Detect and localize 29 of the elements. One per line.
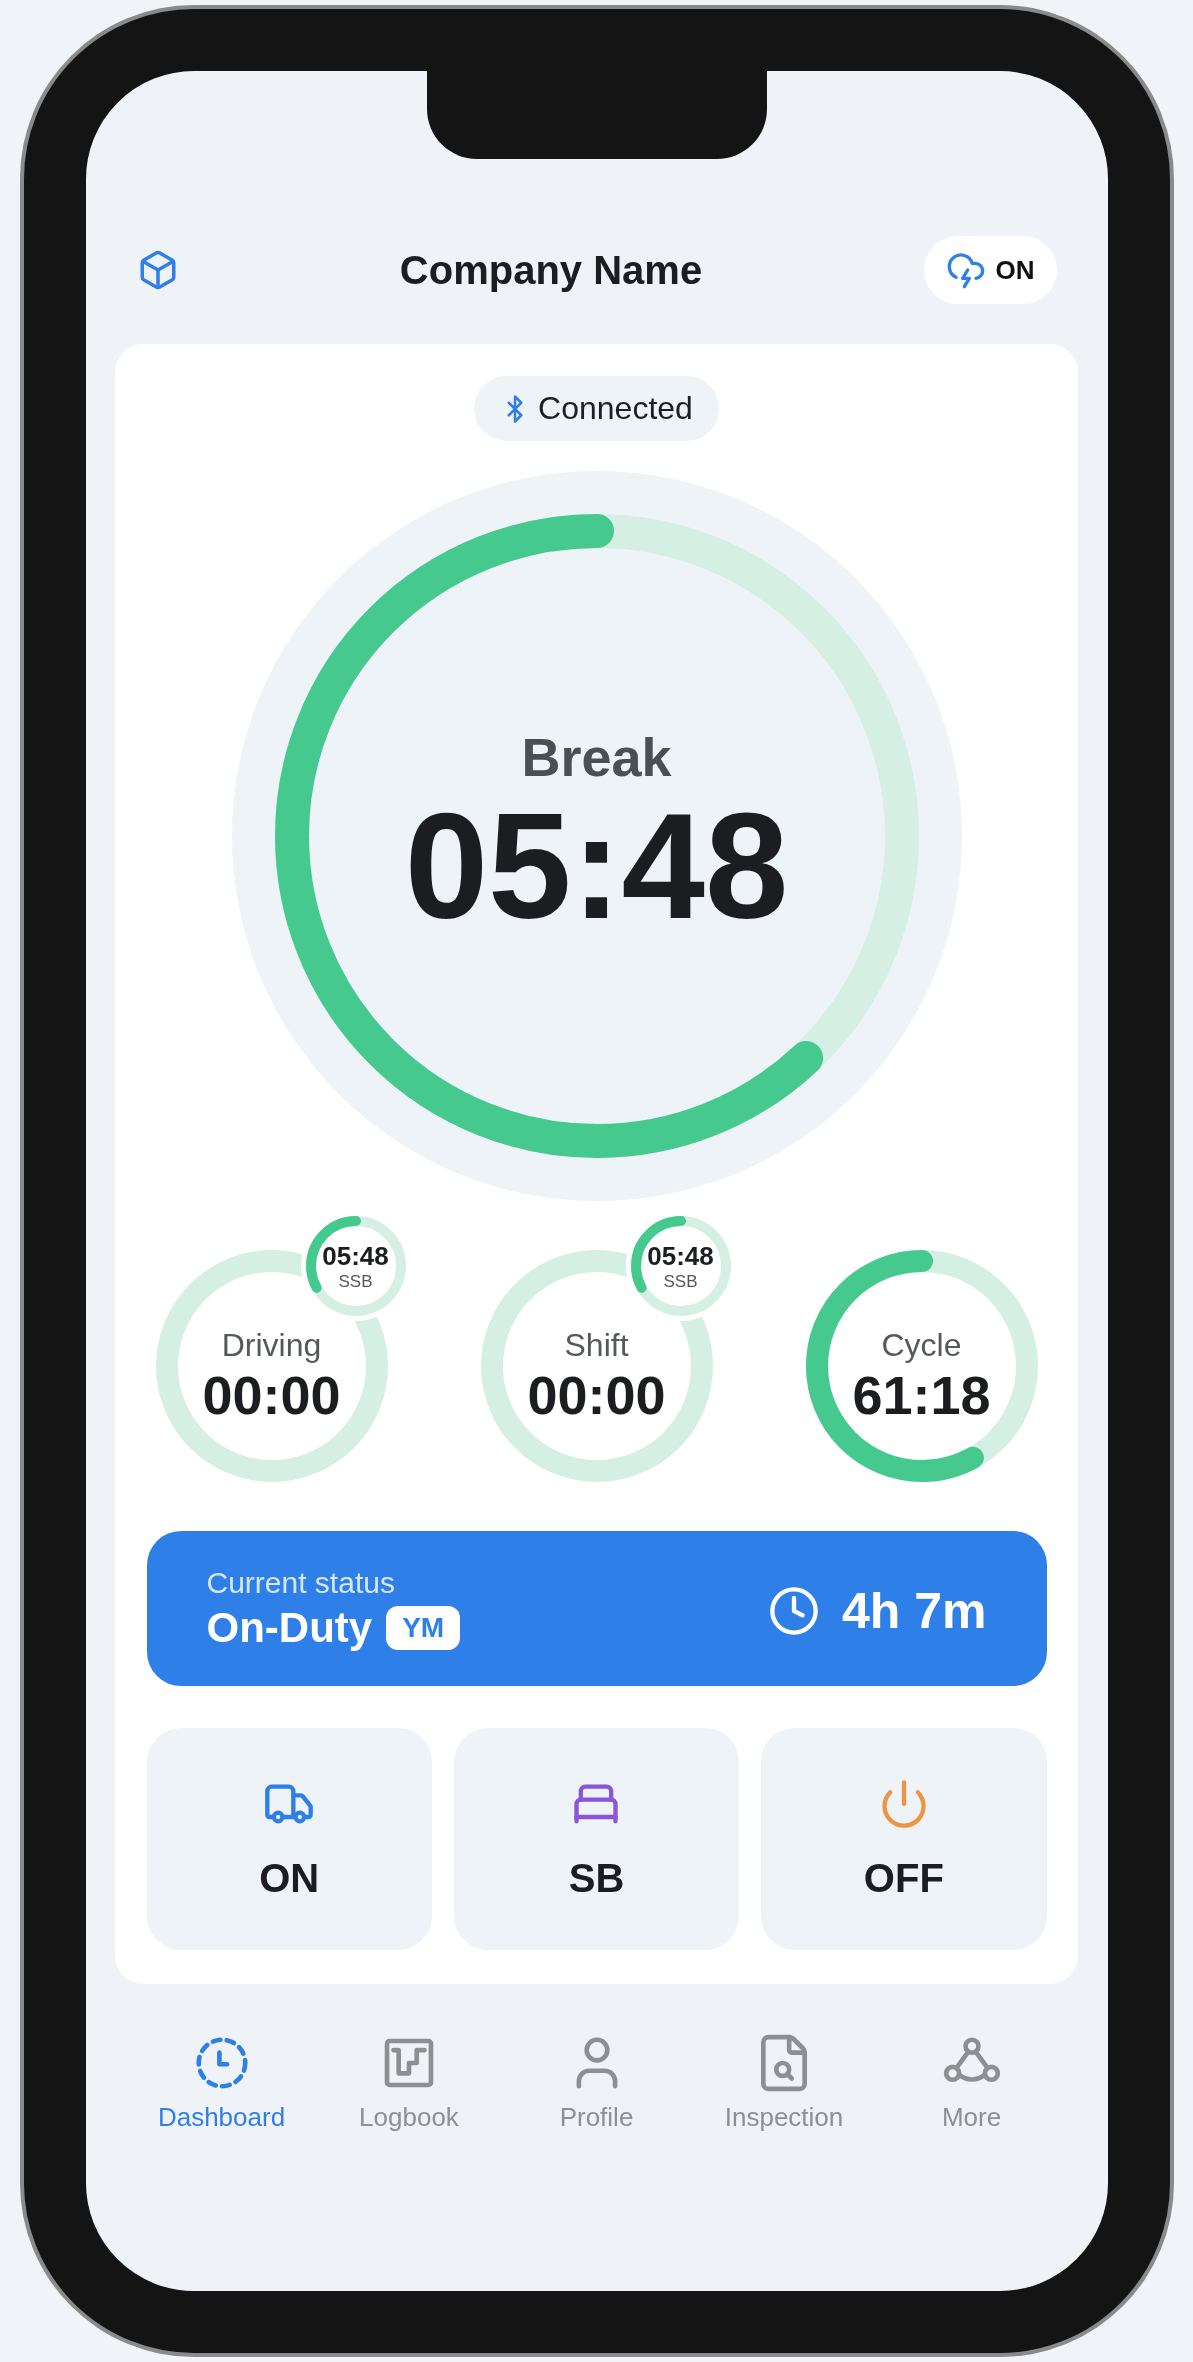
status-caption: Current status — [206, 1565, 396, 1600]
badge-value: 05:48 — [322, 1240, 389, 1272]
nav-tab[interactable]: Inspection — [699, 2032, 869, 2133]
status-value: On-Duty — [206, 1603, 373, 1652]
clock-value: 61:18 — [852, 1363, 991, 1426]
duty-button[interactable]: OFF — [761, 1728, 1047, 1950]
duty-button[interactable]: SB — [453, 1728, 740, 1950]
nav-tab[interactable]: Logbook — [324, 2032, 494, 2133]
nav-tab[interactable]: Dashboard — [136, 2032, 307, 2133]
clock-label: Shift — [564, 1326, 629, 1364]
cloud-lightning-icon — [945, 250, 986, 290]
nav-tab[interactable]: Profile — [511, 2032, 682, 2133]
clock-value: 00:00 — [202, 1363, 341, 1426]
sync-button[interactable]: ON — [923, 236, 1057, 304]
badge-label: SSB — [338, 1271, 373, 1292]
clock-value: 00:00 — [527, 1363, 666, 1426]
status-tag: YM — [386, 1605, 461, 1650]
status-duration: 4h 7m — [842, 1581, 987, 1640]
timer-label: Break — [521, 726, 672, 789]
clock-label: Cycle — [881, 1326, 962, 1364]
badge-label: SSB — [663, 1271, 698, 1292]
connection-label: Connected — [538, 390, 693, 427]
nav-tab[interactable]: More — [886, 2032, 1057, 2133]
badge-value: 05:48 — [647, 1240, 714, 1272]
timer-value: 05:48 — [404, 788, 789, 946]
company-title: Company Name — [399, 247, 703, 293]
clock-icon — [768, 1584, 820, 1637]
clock-label: Driving — [221, 1326, 322, 1364]
duty-button[interactable]: ON — [146, 1728, 432, 1950]
